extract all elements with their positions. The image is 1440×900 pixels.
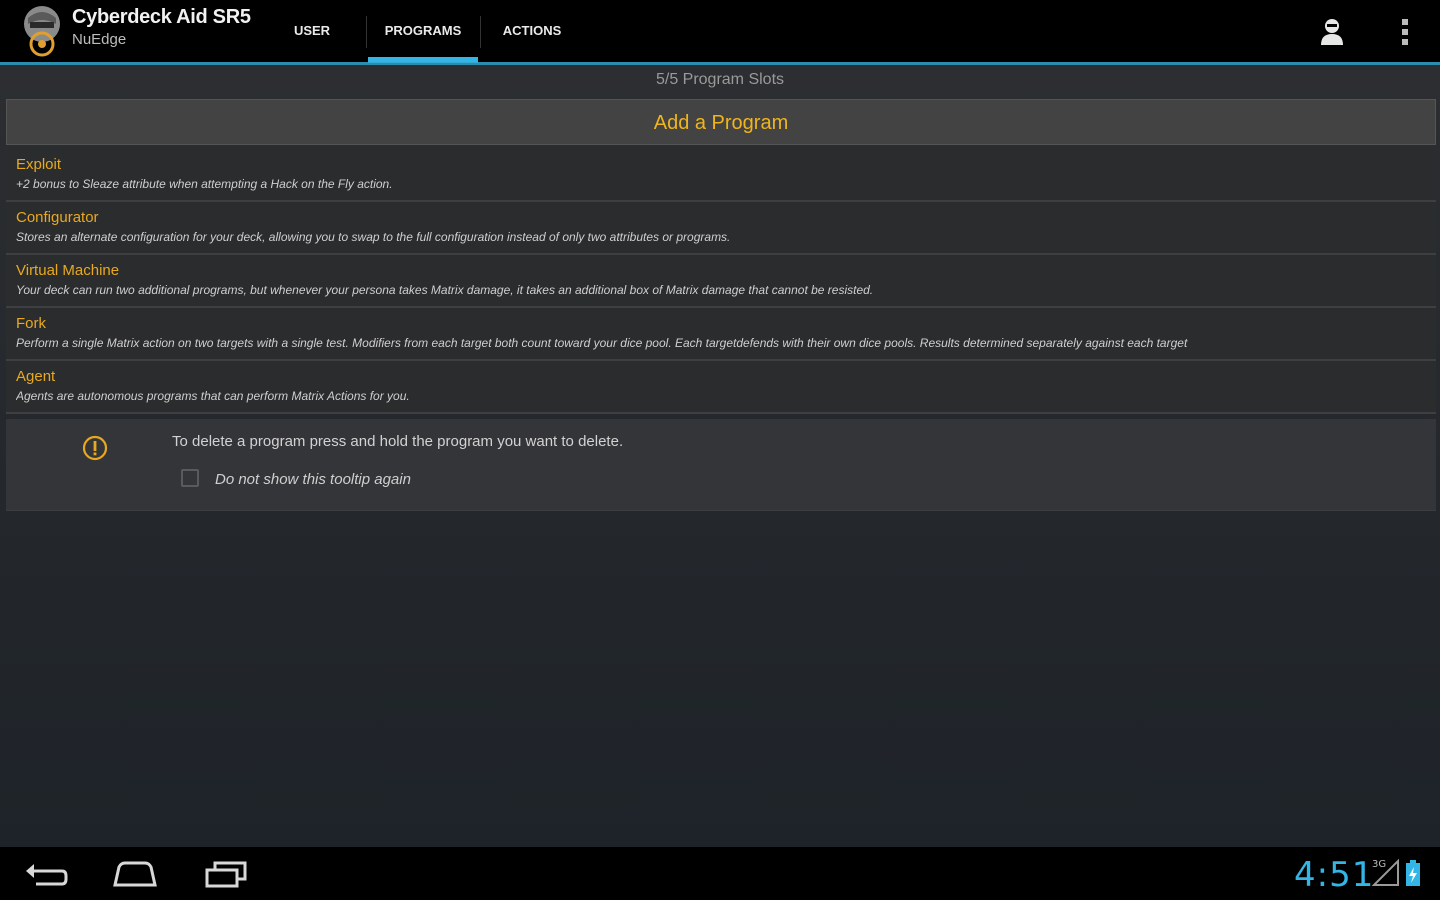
status-clock: 4:51 (1294, 855, 1375, 895)
system-navigation-bar: 4:51 3G (0, 847, 1440, 900)
tab-divider (366, 16, 367, 48)
list-item[interactable]: Virtual Machine Your deck can run two ad… (6, 255, 1436, 308)
program-name: Configurator (16, 209, 99, 226)
tab-actions[interactable]: ACTIONS (488, 0, 576, 62)
program-description: Stores an alternate configuration for yo… (16, 230, 731, 244)
app-subtitle: NuEdge (72, 31, 127, 48)
list-item[interactable]: Configurator Stores an alternate configu… (6, 202, 1436, 255)
battery-icon (1406, 860, 1420, 886)
hide-tooltip-checkbox[interactable] (181, 469, 199, 487)
list-item[interactable]: Exploit +2 bonus to Sleaze attribute whe… (6, 149, 1436, 202)
info-icon (82, 435, 108, 461)
program-name: Fork (16, 315, 46, 332)
home-icon[interactable] (111, 857, 159, 891)
recent-apps-icon[interactable] (201, 857, 249, 891)
program-name: Exploit (16, 156, 62, 173)
signal-icon: 3G (1371, 858, 1399, 886)
program-list: Exploit +2 bonus to Sleaze attribute whe… (6, 149, 1436, 414)
program-name: Virtual Machine (16, 262, 120, 279)
program-description: Perform a single Matrix action on two ta… (16, 336, 1188, 350)
back-icon[interactable] (22, 857, 70, 891)
app-title: Cyberdeck Aid SR5 (72, 6, 251, 28)
action-bar: Cyberdeck Aid SR5 NuEdge USER PROGRAMS A… (0, 0, 1440, 65)
tooltip-panel: To delete a program press and hold the p… (6, 419, 1436, 511)
network-type-label: 3G (1372, 859, 1386, 870)
program-description: Agents are autonomous programs that can … (16, 389, 410, 403)
hide-tooltip-label[interactable]: Do not show this tooltip again (215, 471, 411, 488)
tooltip-text: To delete a program press and hold the p… (172, 433, 624, 450)
app-logo-icon[interactable] (20, 4, 64, 58)
person-icon[interactable] (1318, 16, 1346, 46)
program-description: +2 bonus to Sleaze attribute when attemp… (16, 177, 393, 191)
add-program-button[interactable]: Add a Program (6, 99, 1436, 145)
program-description: Your deck can run two additional program… (16, 283, 874, 297)
main-content: 5/5 Program Slots Add a Program Exploit … (0, 65, 1440, 847)
tab-programs[interactable]: PROGRAMS (368, 0, 478, 62)
list-item[interactable]: Agent Agents are autonomous programs tha… (6, 361, 1436, 414)
program-slots-count: 5/5 Program Slots (655, 71, 785, 88)
tab-user[interactable]: USER (282, 0, 342, 62)
overflow-menu-icon[interactable] (1396, 16, 1414, 48)
list-item[interactable]: Fork Perform a single Matrix action on t… (6, 308, 1436, 361)
program-name: Agent (16, 368, 56, 385)
tab-divider (480, 16, 481, 48)
